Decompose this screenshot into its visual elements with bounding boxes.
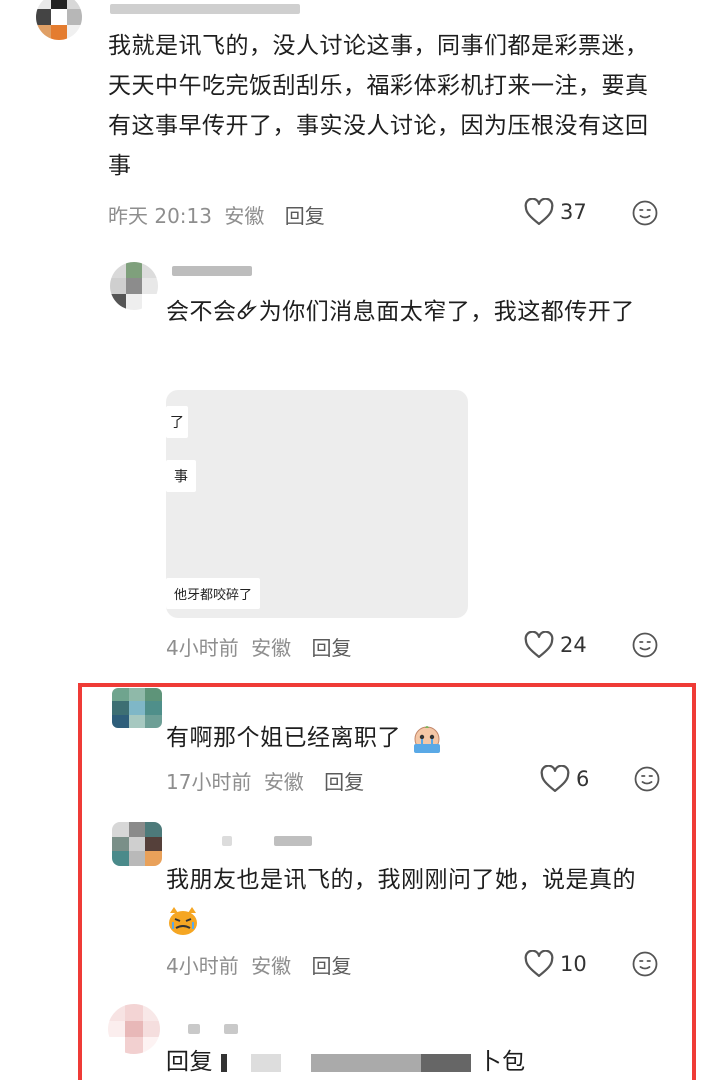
comment-location: 安徽 <box>224 204 265 228</box>
like-button[interactable]: 6 <box>540 765 589 793</box>
comment-text-tail: 卜包 <box>478 1049 526 1075</box>
comment-text: 有啊那个姐已经离职了 <box>166 718 646 758</box>
like-button[interactable]: 37 <box>524 198 587 226</box>
comment-text: 我就是讯飞的，没人讨论这事，同事们都是彩票迷，天天中午吃完饭刮刮乐，福彩体彩机打… <box>108 33 649 179</box>
comment-meta: 4小时前 安徽 回复 <box>166 950 351 979</box>
username-blurred[interactable] <box>224 1024 238 1034</box>
reply-button[interactable]: 回复 <box>311 636 351 660</box>
like-count: 6 <box>576 767 590 791</box>
smiley-face-icon[interactable] <box>632 951 658 977</box>
like-button[interactable]: 24 <box>524 631 587 659</box>
comment-meta: 昨天 20:13 安徽 回复 <box>108 200 325 229</box>
username-blurred[interactable] <box>222 836 232 846</box>
avatar[interactable] <box>108 1004 160 1054</box>
comment-meta: 4小时前 安徽 回复 <box>166 632 351 661</box>
username-blurred[interactable] <box>274 836 312 846</box>
comment-time: 17小时前 <box>166 770 252 794</box>
comment-image[interactable]: 了 事 事 他牙都咬碎了 <box>166 390 468 618</box>
blurred-text <box>220 1053 471 1072</box>
like-count: 10 <box>560 952 587 976</box>
reply-button[interactable]: 回复 <box>324 770 364 794</box>
username-blurred[interactable] <box>172 266 252 276</box>
image-text-snippet: 他牙都咬碎了 <box>166 578 261 609</box>
smiley-face-icon[interactable] <box>632 632 658 658</box>
comment-location: 安徽 <box>251 636 292 660</box>
comment-time: 昨天 20:13 <box>108 204 212 228</box>
username-blurred[interactable] <box>110 4 300 14</box>
image-text-snippet: 了 <box>166 406 188 438</box>
heart-outline-icon <box>524 631 554 658</box>
avatar[interactable] <box>110 262 158 310</box>
like-count: 37 <box>560 200 587 224</box>
comment-text: 会不会🜸为你们消息面太窄了，我这都传开了 <box>166 299 635 325</box>
smiley-face-icon[interactable] <box>634 766 660 792</box>
reply-prefix: 回复 <box>166 1049 213 1075</box>
comment-text: 回复 卜包 <box>166 1042 646 1082</box>
comment-text: 我朋友也是讯飞的，我刚刚问了她，说是真的 <box>166 860 646 940</box>
heart-outline-icon <box>524 198 554 225</box>
comment-location: 安徽 <box>251 954 292 978</box>
reply-button[interactable]: 回复 <box>311 954 351 978</box>
comment-meta: 17小时前 安徽 回复 <box>166 766 364 795</box>
avatar[interactable] <box>112 822 162 866</box>
comment-time: 4小时前 <box>166 954 239 978</box>
avatar[interactable] <box>112 688 162 728</box>
reply-button[interactable]: 回复 <box>285 204 325 228</box>
comment-time: 4小时前 <box>166 636 239 660</box>
avatar[interactable] <box>36 0 82 40</box>
smiley-face-icon[interactable] <box>632 200 658 226</box>
comment-text-body: 有啊那个姐已经离职了 <box>166 725 401 751</box>
angry-cat-emoji-icon <box>169 906 197 935</box>
image-text-snippet: 事 <box>166 460 196 492</box>
crying-emoji-icon <box>413 725 440 753</box>
comment-text-body: 我朋友也是讯飞的，我刚刚问了她，说是真的 <box>166 867 636 893</box>
comment-location: 安徽 <box>263 770 304 794</box>
heart-outline-icon <box>540 765 570 792</box>
heart-outline-icon <box>524 950 554 977</box>
like-count: 24 <box>560 633 587 657</box>
username-blurred[interactable] <box>188 1024 200 1034</box>
like-button[interactable]: 10 <box>524 950 587 978</box>
